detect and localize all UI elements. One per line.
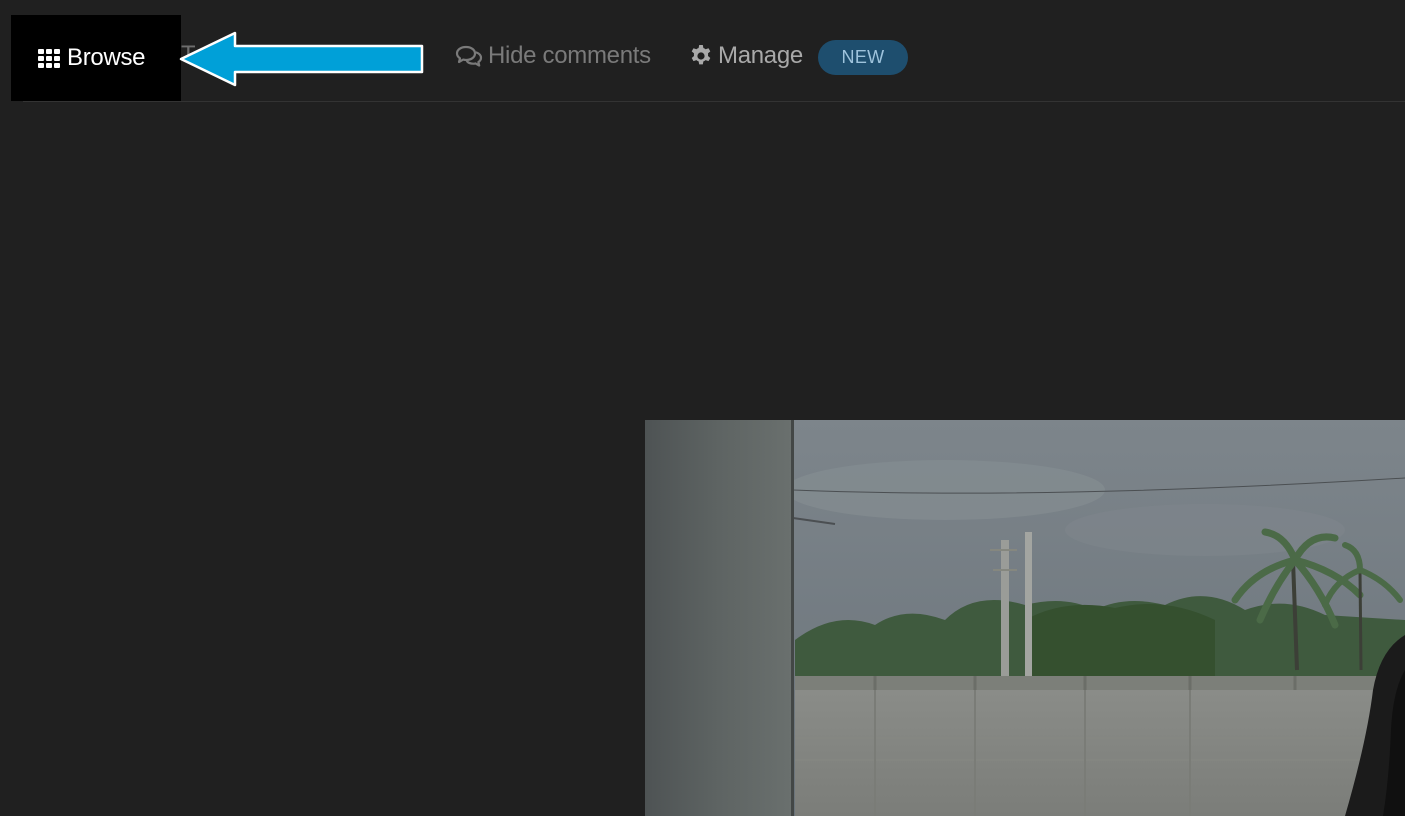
page: T Browse Hide comments Manage NEW: [0, 0, 1405, 816]
browse-label: Browse: [67, 44, 146, 71]
new-badge: NEW: [818, 40, 908, 75]
manage-button[interactable]: Manage: [689, 38, 803, 74]
hide-comments-label: Hide comments: [488, 42, 651, 69]
hide-comments-button[interactable]: Hide comments: [455, 38, 651, 74]
browse-button[interactable]: Browse: [11, 15, 181, 101]
toolbar-divider: [23, 101, 1405, 102]
toolbar: T Browse Hide comments Manage NEW: [0, 0, 1405, 101]
main-photo[interactable]: [645, 420, 1405, 816]
manage-label: Manage: [718, 42, 803, 69]
photo-scene: [645, 420, 1405, 816]
arrow-left-icon: [179, 31, 424, 87]
comments-icon: [455, 45, 483, 67]
grid-icon: [38, 49, 62, 69]
gear-icon: [691, 45, 711, 65]
